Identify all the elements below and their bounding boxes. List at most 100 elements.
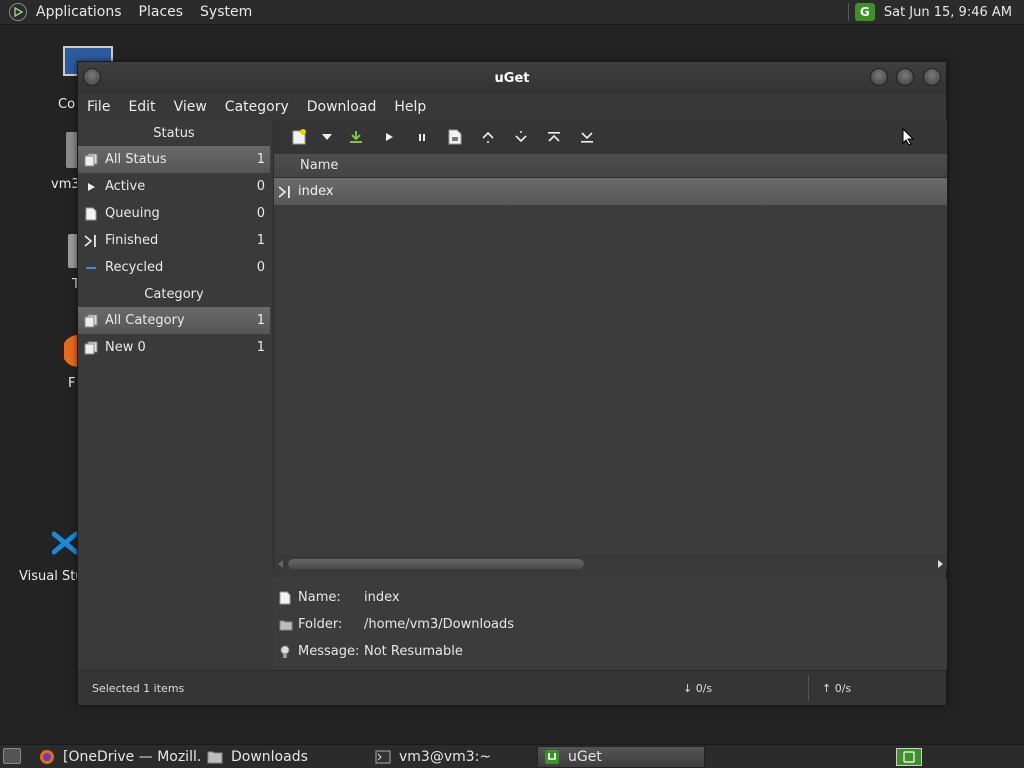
status-upload-speed[interactable]: ↑ 0/s [822,682,851,695]
distro-logo-icon[interactable] [9,3,27,21]
category-header: Category [78,281,270,307]
task-label: vm3@vm3:~ [399,749,492,765]
maximize-button[interactable] [896,68,914,86]
folder-icon [279,618,293,632]
statusbar: Selected 1 items ↓ 0/s ↑ 0/s [78,670,946,705]
places-menu[interactable]: Places [130,0,192,24]
category-icon [83,313,99,329]
top-panel-tray: G Sat Jun 15, 9:46 AM [847,0,1024,24]
sidebar-item-count: 1 [256,313,265,328]
column-header-name[interactable]: Name [274,154,947,178]
sidebar: Status All Status 1 Active 0 Queuing 0 F… [78,120,270,668]
sidebar-item-label: Queuing [105,206,160,221]
sidebar-item-count: 0 [256,260,265,275]
uget-icon [544,749,560,765]
task-downloads[interactable]: Downloads [201,746,369,768]
window-titlebar[interactable]: uGet [78,62,946,94]
properties-icon[interactable] [438,122,471,152]
pause-icon[interactable] [405,122,438,152]
table-row[interactable]: index [274,178,947,205]
menubar: File Edit View Category Download Help [78,94,946,120]
sidebar-item-recycled[interactable]: Recycled 0 [78,254,270,281]
document-icon [83,206,99,222]
sidebar-item-count: 0 [256,206,265,221]
task-firefox[interactable]: [OneDrive — Mozill... [33,746,201,768]
sidebar-item-label: New 0 [105,340,146,355]
sidebar-item-label: Active [105,179,146,194]
sidebar-item-queuing[interactable]: Queuing 0 [78,200,270,227]
recycled-icon [83,260,99,276]
move-up-icon[interactable] [471,122,504,152]
uget-tray-icon[interactable]: G [854,3,875,21]
tray-separator [847,3,849,21]
dropdown-arrow-icon[interactable] [315,122,339,152]
task-terminal[interactable]: vm3@vm3:~ [369,746,537,768]
new-download-icon[interactable] [282,122,315,152]
menu-category[interactable]: Category [216,99,298,115]
finished-icon [278,184,294,200]
scroll-right-icon[interactable] [938,560,943,568]
menu-file[interactable]: File [78,99,119,115]
sidebar-item-new-0[interactable]: New 0 1 [78,334,270,361]
finished-icon [83,233,99,249]
sidebar-item-count: 1 [256,233,265,248]
move-down-icon[interactable] [504,122,537,152]
detail-message-label: Message: [298,644,360,659]
toolbar [274,120,947,154]
firefox-icon [39,749,55,765]
clock[interactable]: Sat Jun 15, 9:46 AM [884,5,1012,20]
task-label: uGet [568,749,602,765]
status-download-speed[interactable]: ↓ 0/s [683,682,712,695]
vscode-icon[interactable] [51,530,79,560]
status-header: Status [78,120,270,146]
sidebar-item-all-category[interactable]: All Category 1 [78,307,270,334]
top-panel: Applications Places System G Sat Jun 15,… [0,0,1024,25]
minimize-button[interactable] [870,68,888,86]
menu-view[interactable]: View [165,99,216,115]
batch-download-icon[interactable] [339,122,372,152]
horizontal-scrollbar[interactable] [274,556,947,570]
workspace-switcher[interactable] [896,748,922,766]
scrollbar-thumb[interactable] [288,559,584,569]
applications-menu[interactable]: Applications [27,0,130,24]
sidebar-item-all-status[interactable]: All Status 1 [78,146,270,173]
bottom-panel: [OneDrive — Mozill... Downloads vm3@vm3:… [0,744,1024,768]
mouse-cursor-icon [902,127,915,150]
detail-name-value: index [364,590,400,605]
menu-help[interactable]: Help [385,99,435,115]
start-icon[interactable] [372,122,405,152]
sidebar-item-count: 0 [256,179,265,194]
firefox-icon[interactable] [62,333,78,373]
top-menu: Applications Places System [0,0,260,24]
detail-message-row: Message: Not Resumable [273,638,947,665]
play-icon [83,179,99,195]
desktop-label-computer: Co [58,97,76,112]
status-selected: Selected 1 items [92,681,185,695]
detail-name-label: Name: [298,590,341,605]
move-bottom-icon[interactable] [570,122,603,152]
download-list-panel: Name index [273,120,947,570]
scroll-left-icon[interactable] [278,560,283,568]
show-desktop-icon[interactable] [3,748,21,764]
detail-folder-label: Folder: [298,617,343,632]
detail-name-row: Name: index [273,584,947,611]
detail-folder-row: Folder: /home/vm3/Downloads [273,611,947,638]
system-menu[interactable]: System [191,0,260,24]
move-top-icon[interactable] [537,122,570,152]
close-button[interactable] [923,68,941,86]
sidebar-item-count: 1 [256,152,265,167]
window-menu-button[interactable] [83,68,101,86]
sidebar-item-label: Finished [105,233,159,248]
menu-edit[interactable]: Edit [119,99,164,115]
menu-download[interactable]: Download [298,99,386,115]
details-panel: Name: index Folder: /home/vm3/Downloads … [273,578,947,670]
document-icon [279,591,293,605]
sidebar-item-active[interactable]: Active 0 [78,173,270,200]
task-uget[interactable]: uGet [537,746,705,768]
sidebar-item-label: All Status [105,152,167,167]
folder-icon [207,749,223,765]
desktop-label-firefox: F [68,376,76,391]
sidebar-item-finished[interactable]: Finished 1 [78,227,270,254]
sidebar-item-label: Recycled [105,260,164,275]
detail-message-value: Not Resumable [364,644,463,659]
